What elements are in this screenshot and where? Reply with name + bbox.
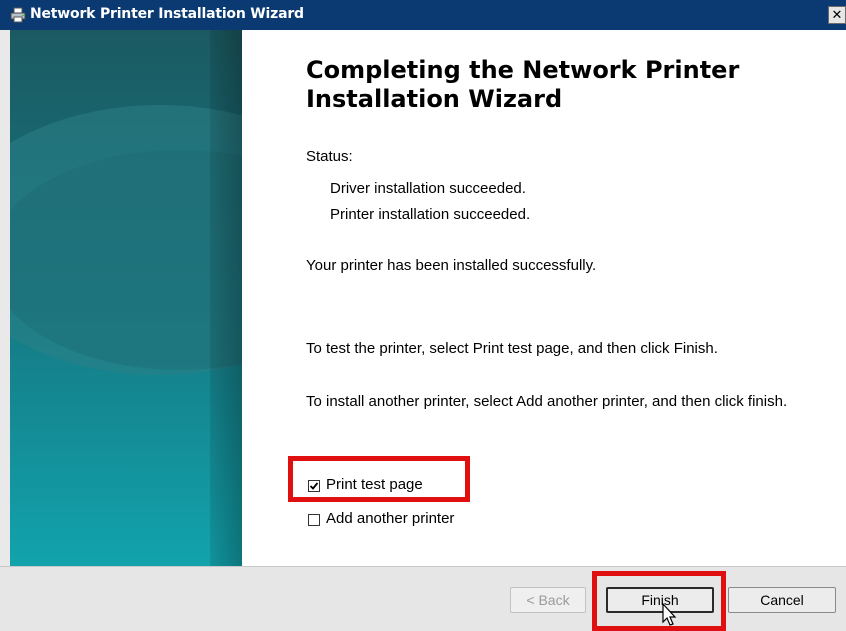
highlight-box-print-test [288, 456, 470, 502]
button-bar: < Back Finish Cancel [0, 566, 846, 631]
wizard-content: Completing the Network Printer Installat… [242, 30, 846, 566]
cancel-button[interactable]: Cancel [728, 587, 836, 613]
wizard-side-banner [10, 30, 242, 566]
window-frame [0, 30, 10, 566]
highlight-box-finish [592, 571, 726, 631]
printer-icon [10, 7, 26, 23]
success-message: Your printer has been installed successf… [306, 257, 597, 274]
window-title: Network Printer Installation Wizard [30, 6, 304, 22]
status-line-driver: Driver installation succeeded. [330, 180, 526, 197]
install-instruction: To install another printer, select Add a… [306, 393, 788, 410]
close-button[interactable]: ✕ [828, 6, 846, 24]
title-bar: Network Printer Installation Wizard ✕ [0, 0, 846, 30]
add-another-printer-checkbox[interactable] [308, 514, 320, 526]
close-icon: ✕ [831, 8, 843, 23]
back-button[interactable]: < Back [510, 587, 586, 613]
status-label: Status: [306, 148, 353, 165]
page-heading: Completing the Network Printer Installat… [306, 56, 740, 113]
mouse-cursor-icon [662, 603, 677, 626]
add-another-printer-label[interactable]: Add another printer [326, 510, 454, 527]
status-line-printer: Printer installation succeeded. [330, 206, 531, 223]
test-instruction: To test the printer, select Print test p… [306, 340, 718, 357]
